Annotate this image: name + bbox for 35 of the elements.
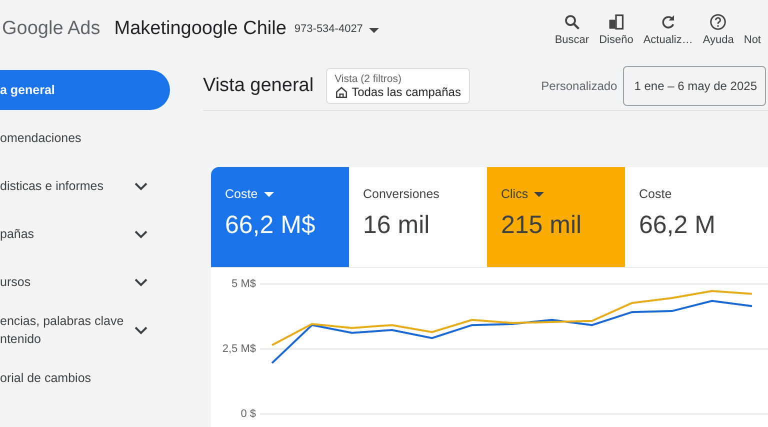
caret-icon[interactable] <box>534 192 544 196</box>
axis-tick-label: 2,5 M$ <box>222 343 256 355</box>
view-filter-button[interactable]: Vista (2 filtros) Todas las campañas <box>326 68 470 104</box>
search-icon <box>562 12 581 30</box>
sidebar-item[interactable]: encias, palabras clave ntenido <box>0 310 170 350</box>
axis-tick-label: 5 M$ <box>232 278 256 290</box>
chevron-down-icon[interactable] <box>134 326 148 334</box>
account-name: Maketingoogle Chile <box>114 18 286 40</box>
date-preset-label: Personalizado <box>541 79 618 93</box>
caret-icon[interactable] <box>368 28 379 32</box>
sidebar-item[interactable]: orial de cambios <box>0 358 170 398</box>
house-icon <box>334 86 348 98</box>
account-id: 973-534-4027 <box>294 23 363 35</box>
metric-card[interactable]: Coste 66,2 M$ <box>211 167 349 267</box>
sidebar-item[interactable]: disticas e informes <box>0 166 170 206</box>
toolbar-button[interactable]: Ayuda <box>698 8 739 50</box>
toolbar-button[interactable]: Not <box>738 8 766 50</box>
toolbar-button[interactable]: Actualiz… <box>638 8 698 50</box>
sidebar-item[interactable]: pañas <box>0 214 170 254</box>
chevron-down-icon[interactable] <box>134 278 148 286</box>
sidebar-item[interactable]: ursos <box>0 262 170 302</box>
toolbar-button[interactable]: Diseño <box>594 8 638 50</box>
chevron-down-icon[interactable] <box>134 230 148 238</box>
caret-icon[interactable] <box>264 192 274 196</box>
toolbar-button[interactable]: Buscar <box>550 8 594 50</box>
columns-icon <box>607 12 626 30</box>
sidebar-item[interactable]: omendaciones <box>0 118 170 158</box>
date-range-dropdown[interactable]: 1 ene – 6 may de 2025 <box>623 66 766 106</box>
sidebar-item[interactable]: a general <box>0 70 170 110</box>
help-icon <box>709 12 728 30</box>
axis-tick-label: 0 $ <box>240 408 256 420</box>
page-title: Vista general <box>203 75 314 97</box>
metric-card[interactable]: Clics 215 mil <box>487 167 625 267</box>
product-logo[interactable]: Google Ads <box>2 18 100 40</box>
chevron-down-icon[interactable] <box>134 182 148 190</box>
